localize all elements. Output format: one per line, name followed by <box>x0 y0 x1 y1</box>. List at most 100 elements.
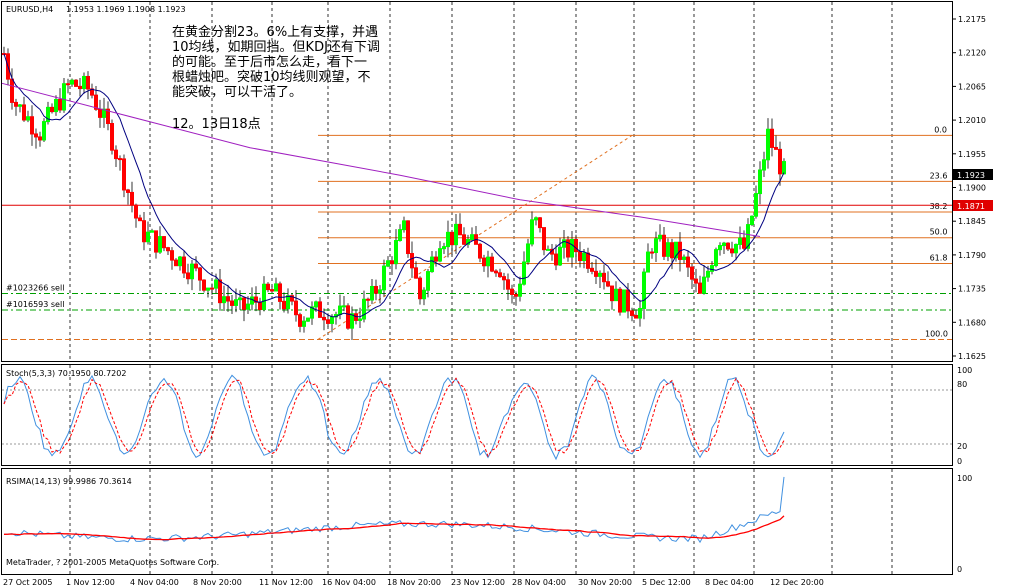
bear-candle <box>266 283 270 291</box>
bear-candle <box>134 204 138 219</box>
bear-candle <box>22 104 26 121</box>
bull-candle <box>338 305 342 316</box>
price-tick-label: 1.1955 <box>958 150 986 159</box>
bull-candle <box>782 161 786 175</box>
time-tick-label: 11 Nov 12:00 <box>259 578 313 587</box>
bear-candle <box>554 253 558 266</box>
bear-candle <box>510 288 514 295</box>
bear-candle <box>670 242 674 259</box>
bull-candle <box>682 256 686 260</box>
bear-candle <box>14 101 18 107</box>
bull-candle <box>370 285 374 301</box>
bull-candle <box>426 271 430 291</box>
bear-candle <box>538 217 542 229</box>
order-label: #1016593 sell <box>6 300 64 309</box>
bear-candle <box>418 277 422 300</box>
bull-candle <box>274 283 278 292</box>
bull-candle <box>306 317 310 322</box>
bull-candle <box>658 234 662 240</box>
bear-candle <box>594 270 598 277</box>
bear-candle <box>434 256 438 262</box>
bear-candle <box>78 85 82 90</box>
bear-candle <box>278 283 282 302</box>
bear-candle <box>494 270 498 274</box>
bull-candle <box>422 289 426 300</box>
bear-candle <box>298 314 302 327</box>
bear-candle <box>182 256 186 274</box>
ref-price-label: 1.1871 <box>957 202 985 211</box>
bear-candle <box>74 79 78 87</box>
rsima-title: RSIMA(14,13) 99.9986 70.3614 <box>6 477 132 486</box>
bear-candle <box>482 257 486 267</box>
bull-candle <box>710 265 714 272</box>
bull-candle <box>526 243 530 263</box>
rsima-level-0: 0 <box>957 565 962 574</box>
symbol-label: EURUSD,H4 <box>6 5 53 14</box>
bear-candle <box>698 282 702 294</box>
time-tick-label: 1 Nov 12:00 <box>66 578 115 587</box>
bear-candle <box>694 278 698 284</box>
bear-candle <box>230 300 234 306</box>
bear-candle <box>742 237 746 249</box>
bear-candle <box>34 133 38 138</box>
bull-candle <box>638 307 642 319</box>
price-tick-label: 1.1680 <box>958 318 986 327</box>
bear-candle <box>618 288 622 313</box>
trading-chart[interactable]: 0.0 23.6 38.2 50.0 61.8 100.0 #1023266 sell #1… <box>0 0 1016 588</box>
bull-candle <box>570 239 574 258</box>
bear-candle <box>502 276 506 281</box>
bull-candle <box>534 217 538 221</box>
bull-candle <box>758 169 762 195</box>
bear-candle <box>166 247 170 252</box>
bull-candle <box>702 276 706 294</box>
bull-candle <box>358 318 362 321</box>
bear-candle <box>202 279 206 291</box>
fib-level-label: 61.8 <box>930 253 948 262</box>
time-tick-label: 30 Nov 20:00 <box>578 578 632 587</box>
bull-candle <box>582 252 586 262</box>
bull-candle <box>234 299 238 306</box>
bull-candle <box>178 256 182 267</box>
annotation-timestamp: 12。13日18点 <box>172 117 261 132</box>
bull-candle <box>250 296 254 305</box>
stoch-level-80: 80 <box>957 380 967 389</box>
fib-level-label: 38.2 <box>930 202 948 211</box>
time-tick-label: 27 Oct 2005 <box>3 578 52 587</box>
time-tick-label: 18 Nov 20:00 <box>387 578 441 587</box>
bear-candle <box>126 189 130 193</box>
bear-candle <box>38 136 42 141</box>
bull-candle <box>146 231 150 243</box>
bear-candle <box>650 251 654 254</box>
bear-candle <box>574 239 578 253</box>
bear-candle <box>218 279 222 304</box>
annotation-line-5: 能突破，可以干活了。 <box>172 84 302 100</box>
bull-candle <box>518 283 522 297</box>
bull-candle <box>738 237 742 245</box>
bear-candle <box>50 106 54 113</box>
bear-candle <box>66 83 70 86</box>
bear-candle <box>578 251 582 262</box>
bear-candle <box>318 301 322 318</box>
bear-candle <box>366 298 370 301</box>
bear-candle <box>690 266 694 280</box>
bear-candle <box>410 253 414 269</box>
bear-candle <box>730 248 734 254</box>
bear-candle <box>390 260 394 265</box>
bull-candle <box>214 279 218 289</box>
bull-candle <box>446 231 450 248</box>
bear-candle <box>374 285 378 294</box>
bull-candle <box>714 249 718 267</box>
stoch-level-100: 100 <box>957 366 972 375</box>
bull-candle <box>206 287 210 291</box>
bear-candle <box>282 300 286 310</box>
copyright-label: MetaTrader, ? 2001-2005 MetaQuotes Softw… <box>6 558 219 567</box>
bull-candle <box>398 229 402 242</box>
bear-candle <box>130 191 134 206</box>
bear-candle <box>270 289 274 292</box>
time-tick-label: 4 Nov 04:00 <box>130 578 179 587</box>
bull-candle <box>706 270 710 278</box>
bear-candle <box>294 300 298 316</box>
bull-candle <box>70 79 74 85</box>
bull-candle <box>190 263 194 280</box>
bear-candle <box>322 316 326 321</box>
